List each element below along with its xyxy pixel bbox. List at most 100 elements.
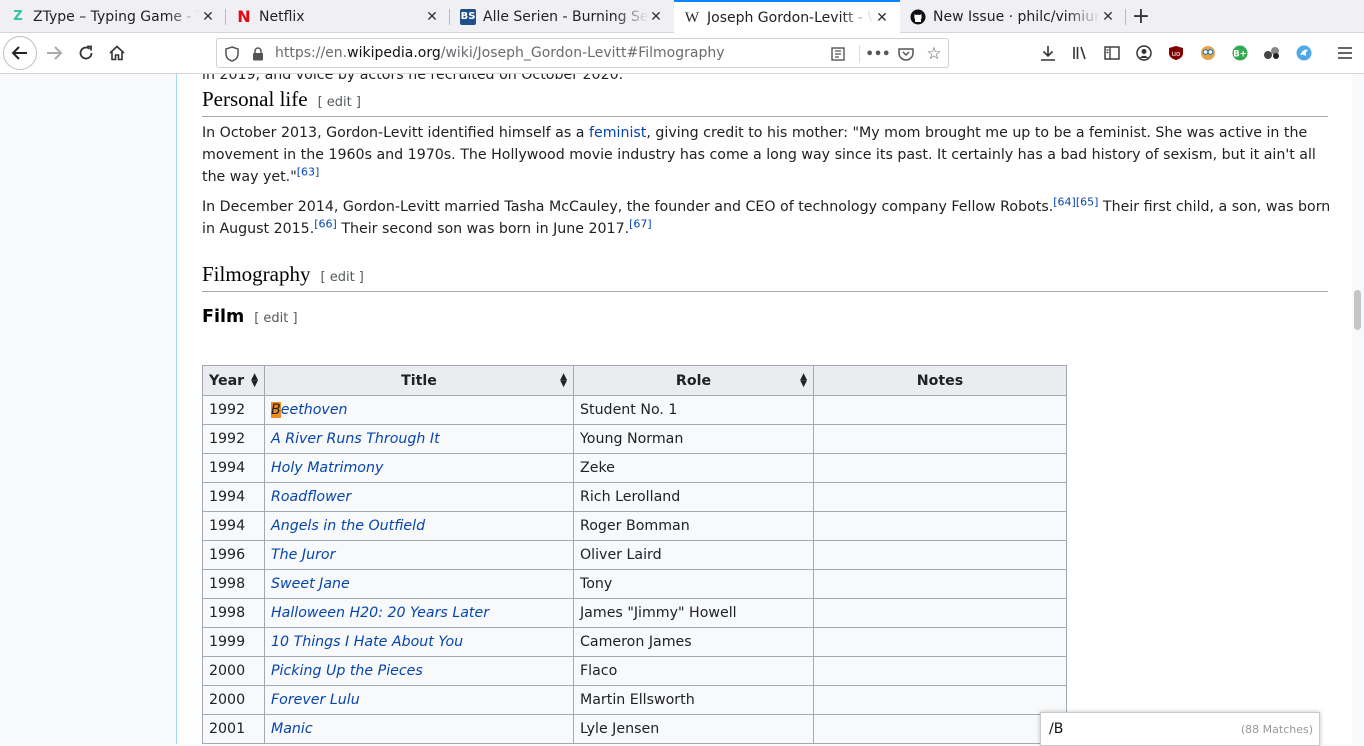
- table-row: 2000 Picking Up the Pieces Flaco: [202, 656, 1067, 686]
- close-icon[interactable]: ✕: [648, 9, 664, 25]
- netflix-icon: N: [237, 7, 251, 26]
- url-text[interactable]: https://en.wikipedia.org/wiki/Joseph_Gor…: [275, 45, 725, 61]
- lock-icon[interactable]: [249, 45, 267, 63]
- edit-link[interactable]: [ edit ]: [318, 95, 361, 110]
- paragraph-feminist: In October 2013, Gordon-Levitt identifie…: [202, 125, 1316, 185]
- column-header-notes: Notes: [813, 365, 1067, 396]
- sort-icon[interactable]: ▲ ▼: [800, 373, 807, 389]
- svg-text:uo: uo: [1172, 50, 1181, 58]
- page-actions-icon[interactable]: •••: [866, 45, 891, 63]
- film-title-link[interactable]: Picking Up the Pieces: [271, 663, 423, 679]
- forward-button[interactable]: [38, 37, 70, 69]
- column-header-role[interactable]: Role ▲ ▼: [573, 365, 814, 396]
- tab-wikipedia[interactable]: W Joseph Gordon-Levitt - Wikipedia ✕: [674, 0, 900, 34]
- back-arrow-icon: [11, 46, 27, 60]
- find-input[interactable]: /B: [1049, 721, 1063, 737]
- film-title-link[interactable]: Angels in the Outfield: [271, 518, 425, 534]
- cell-year: 1999: [202, 627, 265, 657]
- scrollbar-thumb[interactable]: [1354, 290, 1361, 330]
- cell-role: Tony: [573, 569, 814, 599]
- extension-owl-icon[interactable]: [1199, 44, 1217, 62]
- sort-icon[interactable]: ▲ ▼: [560, 373, 567, 389]
- table-row: 1998 Sweet Jane Tony: [202, 569, 1067, 599]
- sidebar-icon[interactable]: [1103, 44, 1121, 62]
- ublock-icon[interactable]: uo: [1167, 44, 1185, 62]
- scrollbar[interactable]: [1352, 74, 1364, 744]
- film-title-link[interactable]: A River Runs Through It: [271, 431, 440, 447]
- close-icon[interactable]: ✕: [424, 9, 440, 25]
- menu-icon[interactable]: [1336, 44, 1354, 62]
- cell-role: Student No. 1: [573, 395, 814, 425]
- table-header-row: Year ▲ ▼ Title ▲ ▼ Role ▲ ▼ Notes: [202, 365, 1067, 396]
- shield-icon[interactable]: [223, 45, 241, 63]
- home-button[interactable]: [101, 37, 133, 69]
- tab-netflix[interactable]: N Netflix ✕: [226, 0, 450, 33]
- table-row: 1998 Halloween H20: 20 Years Later James "…: [202, 598, 1067, 628]
- cell-role: Zeke: [573, 453, 814, 483]
- tab-github[interactable]: New Issue · philc/vimium ✕: [900, 0, 1126, 33]
- library-icon[interactable]: [1071, 44, 1089, 62]
- pocket-icon[interactable]: [897, 45, 915, 63]
- table-row: 1996 The Juror Oliver Laird: [202, 540, 1067, 570]
- tab-ztype[interactable]: Z ZType – Typing Game - Type to Shoot ✕: [0, 0, 226, 33]
- reference-64[interactable]: [64]: [1053, 195, 1076, 208]
- tab-title: ZType – Typing Game - Type to Shoot: [33, 8, 200, 25]
- section-heading-personal-life: Personal life[ edit ]: [202, 87, 1328, 117]
- film-title-link[interactable]: Beethoven: [271, 402, 348, 418]
- cell-year: 1998: [202, 569, 265, 599]
- edit-link[interactable]: [ edit ]: [321, 270, 364, 285]
- cell-title: Forever Lulu: [264, 685, 574, 715]
- vimium-find-bar[interactable]: /B (88 Matches): [1040, 712, 1320, 746]
- cell-title: The Juror: [264, 540, 574, 570]
- tab-title: Alle Serien - Burning Series: [483, 8, 648, 25]
- reference-66[interactable]: [66]: [314, 217, 337, 230]
- tab-burning-series[interactable]: BS Alle Serien - Burning Series ✕: [450, 0, 674, 33]
- cell-year: 2000: [202, 685, 265, 715]
- column-header-year[interactable]: Year ▲ ▼: [202, 365, 265, 396]
- sort-icon[interactable]: ▲ ▼: [251, 373, 258, 389]
- extension-bplus-icon[interactable]: B+: [1231, 44, 1249, 62]
- cell-year: 1994: [202, 511, 265, 541]
- reload-button[interactable]: [70, 37, 102, 69]
- cell-year: 1998: [202, 598, 265, 628]
- extension-dots-icon[interactable]: [1263, 44, 1281, 62]
- wikipedia-icon: W: [684, 9, 700, 26]
- bookmark-star-icon[interactable]: ☆: [925, 44, 943, 64]
- table-row: 1999 10 Things I Hate About You Cameron Ja…: [202, 627, 1067, 657]
- cut-off-paragraph: in 2019, and voice by actors he recruite…: [202, 74, 624, 83]
- url-bar[interactable]: https://en.wikipedia.org/wiki/Joseph_Gor…: [216, 38, 949, 68]
- cell-role: Roger Bomman: [573, 511, 814, 541]
- film-title-link[interactable]: Forever Lulu: [271, 692, 360, 708]
- film-title-link[interactable]: Sweet Jane: [271, 576, 350, 592]
- back-button[interactable]: [3, 36, 37, 70]
- new-tab-button[interactable]: +: [1128, 0, 1154, 33]
- close-icon[interactable]: ✕: [874, 10, 890, 26]
- account-icon[interactable]: [1135, 44, 1153, 62]
- cell-notes: [813, 453, 1067, 483]
- edit-link[interactable]: [ edit ]: [254, 311, 297, 326]
- reference-65[interactable]: [65]: [1076, 195, 1099, 208]
- film-title-link[interactable]: Halloween H20: 20 Years Later: [271, 605, 489, 621]
- cell-notes: [813, 424, 1067, 454]
- film-title-link[interactable]: Holy Matrimony: [271, 460, 383, 476]
- close-icon[interactable]: ✕: [1100, 9, 1116, 25]
- tab-title: Netflix: [259, 8, 305, 25]
- cell-role: Young Norman: [573, 424, 814, 454]
- film-title-link[interactable]: The Juror: [271, 547, 335, 563]
- close-icon[interactable]: ✕: [200, 9, 216, 25]
- film-title-link[interactable]: 10 Things I Hate About You: [271, 634, 463, 650]
- paragraph-marriage: In December 2014, Gordon-Levitt married …: [202, 195, 1331, 237]
- link-feminist[interactable]: feminist: [589, 125, 646, 141]
- reader-view-icon[interactable]: [829, 45, 847, 63]
- cell-title: Halloween H20: 20 Years Later: [264, 598, 574, 628]
- reference-67[interactable]: [67]: [629, 217, 652, 230]
- reference-63[interactable]: [63]: [297, 165, 320, 178]
- column-header-title[interactable]: Title ▲ ▼: [264, 365, 574, 396]
- cell-notes: [813, 656, 1067, 686]
- film-title-link[interactable]: Manic: [271, 721, 313, 737]
- film-title-link[interactable]: Roadflower: [271, 489, 351, 505]
- section-heading-filmography: Filmography[ edit ]: [202, 262, 1328, 292]
- downloads-icon[interactable]: [1039, 44, 1057, 62]
- article-body: in 2019, and voice by actors he recruite…: [176, 74, 1352, 744]
- extension-bird-icon[interactable]: [1295, 44, 1313, 62]
